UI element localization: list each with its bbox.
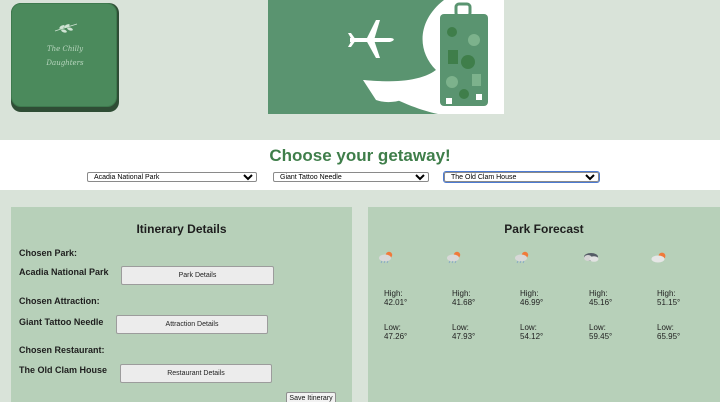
logo-line-2: Daughters [46, 59, 84, 67]
hero-banner [268, 0, 504, 114]
forecast-panel: Park Forecast High: 42.01° Low: 47.26° H… [368, 207, 720, 402]
low-value: 54.12° [520, 332, 544, 341]
sprig-icon [54, 23, 78, 33]
chosen-restaurant-value: The Old Clam House [19, 365, 108, 375]
low-value: 47.93° [452, 332, 476, 341]
dark-cloud-icon [584, 253, 599, 262]
rain-cloud-sun-icon [447, 251, 461, 264]
high-value: 45.16° [589, 298, 613, 307]
chosen-restaurant-label: Chosen Restaurant: [19, 345, 105, 355]
partly-cloudy-icon [651, 252, 666, 263]
chosen-park-value: Acadia National Park [19, 267, 109, 277]
page-title: Choose your getaway! [269, 146, 451, 165]
restaurant-select[interactable]: The Old Clam House [443, 171, 600, 183]
low-value: 47.26° [384, 332, 408, 341]
chosen-attraction-value: Giant Tattoo Needle [19, 317, 104, 327]
high-value: 41.68° [452, 298, 476, 307]
high-value: 51.15° [657, 298, 681, 307]
logo-card: The Chilly Daughters [11, 3, 117, 107]
high-value: 46.99° [520, 298, 544, 307]
itinerary-panel: Itinerary Details Chosen Park: Acadia Na… [11, 207, 352, 402]
attraction-select[interactable]: Giant Tattoo Needle [273, 172, 429, 182]
logo-text: The Chilly Daughters [22, 42, 108, 70]
logo-line-1: The Chilly [46, 45, 84, 53]
rain-cloud-sun-icon [515, 251, 529, 264]
high-value: 42.01° [384, 298, 408, 307]
logo: The Chilly Daughters [11, 3, 119, 112]
travel-illustration [268, 0, 488, 114]
park-details-button[interactable]: Park Details [121, 266, 274, 285]
restaurant-details-button[interactable]: Restaurant Details [120, 364, 272, 383]
suitcase-icon [440, 2, 488, 106]
chosen-park-label: Chosen Park: [19, 248, 78, 258]
park-select[interactable]: Acadia National Park [87, 172, 257, 182]
rain-cloud-sun-icon [379, 251, 393, 264]
forecast-title: Park Forecast [504, 222, 584, 236]
save-itinerary-button[interactable]: Save Itinerary [286, 392, 336, 402]
low-value: 59.45° [589, 332, 613, 341]
low-value: 65.95° [657, 332, 681, 341]
attraction-details-button[interactable]: Attraction Details [116, 315, 268, 334]
chosen-attraction-label: Chosen Attraction: [19, 296, 100, 306]
itinerary-title: Itinerary Details [136, 222, 227, 236]
